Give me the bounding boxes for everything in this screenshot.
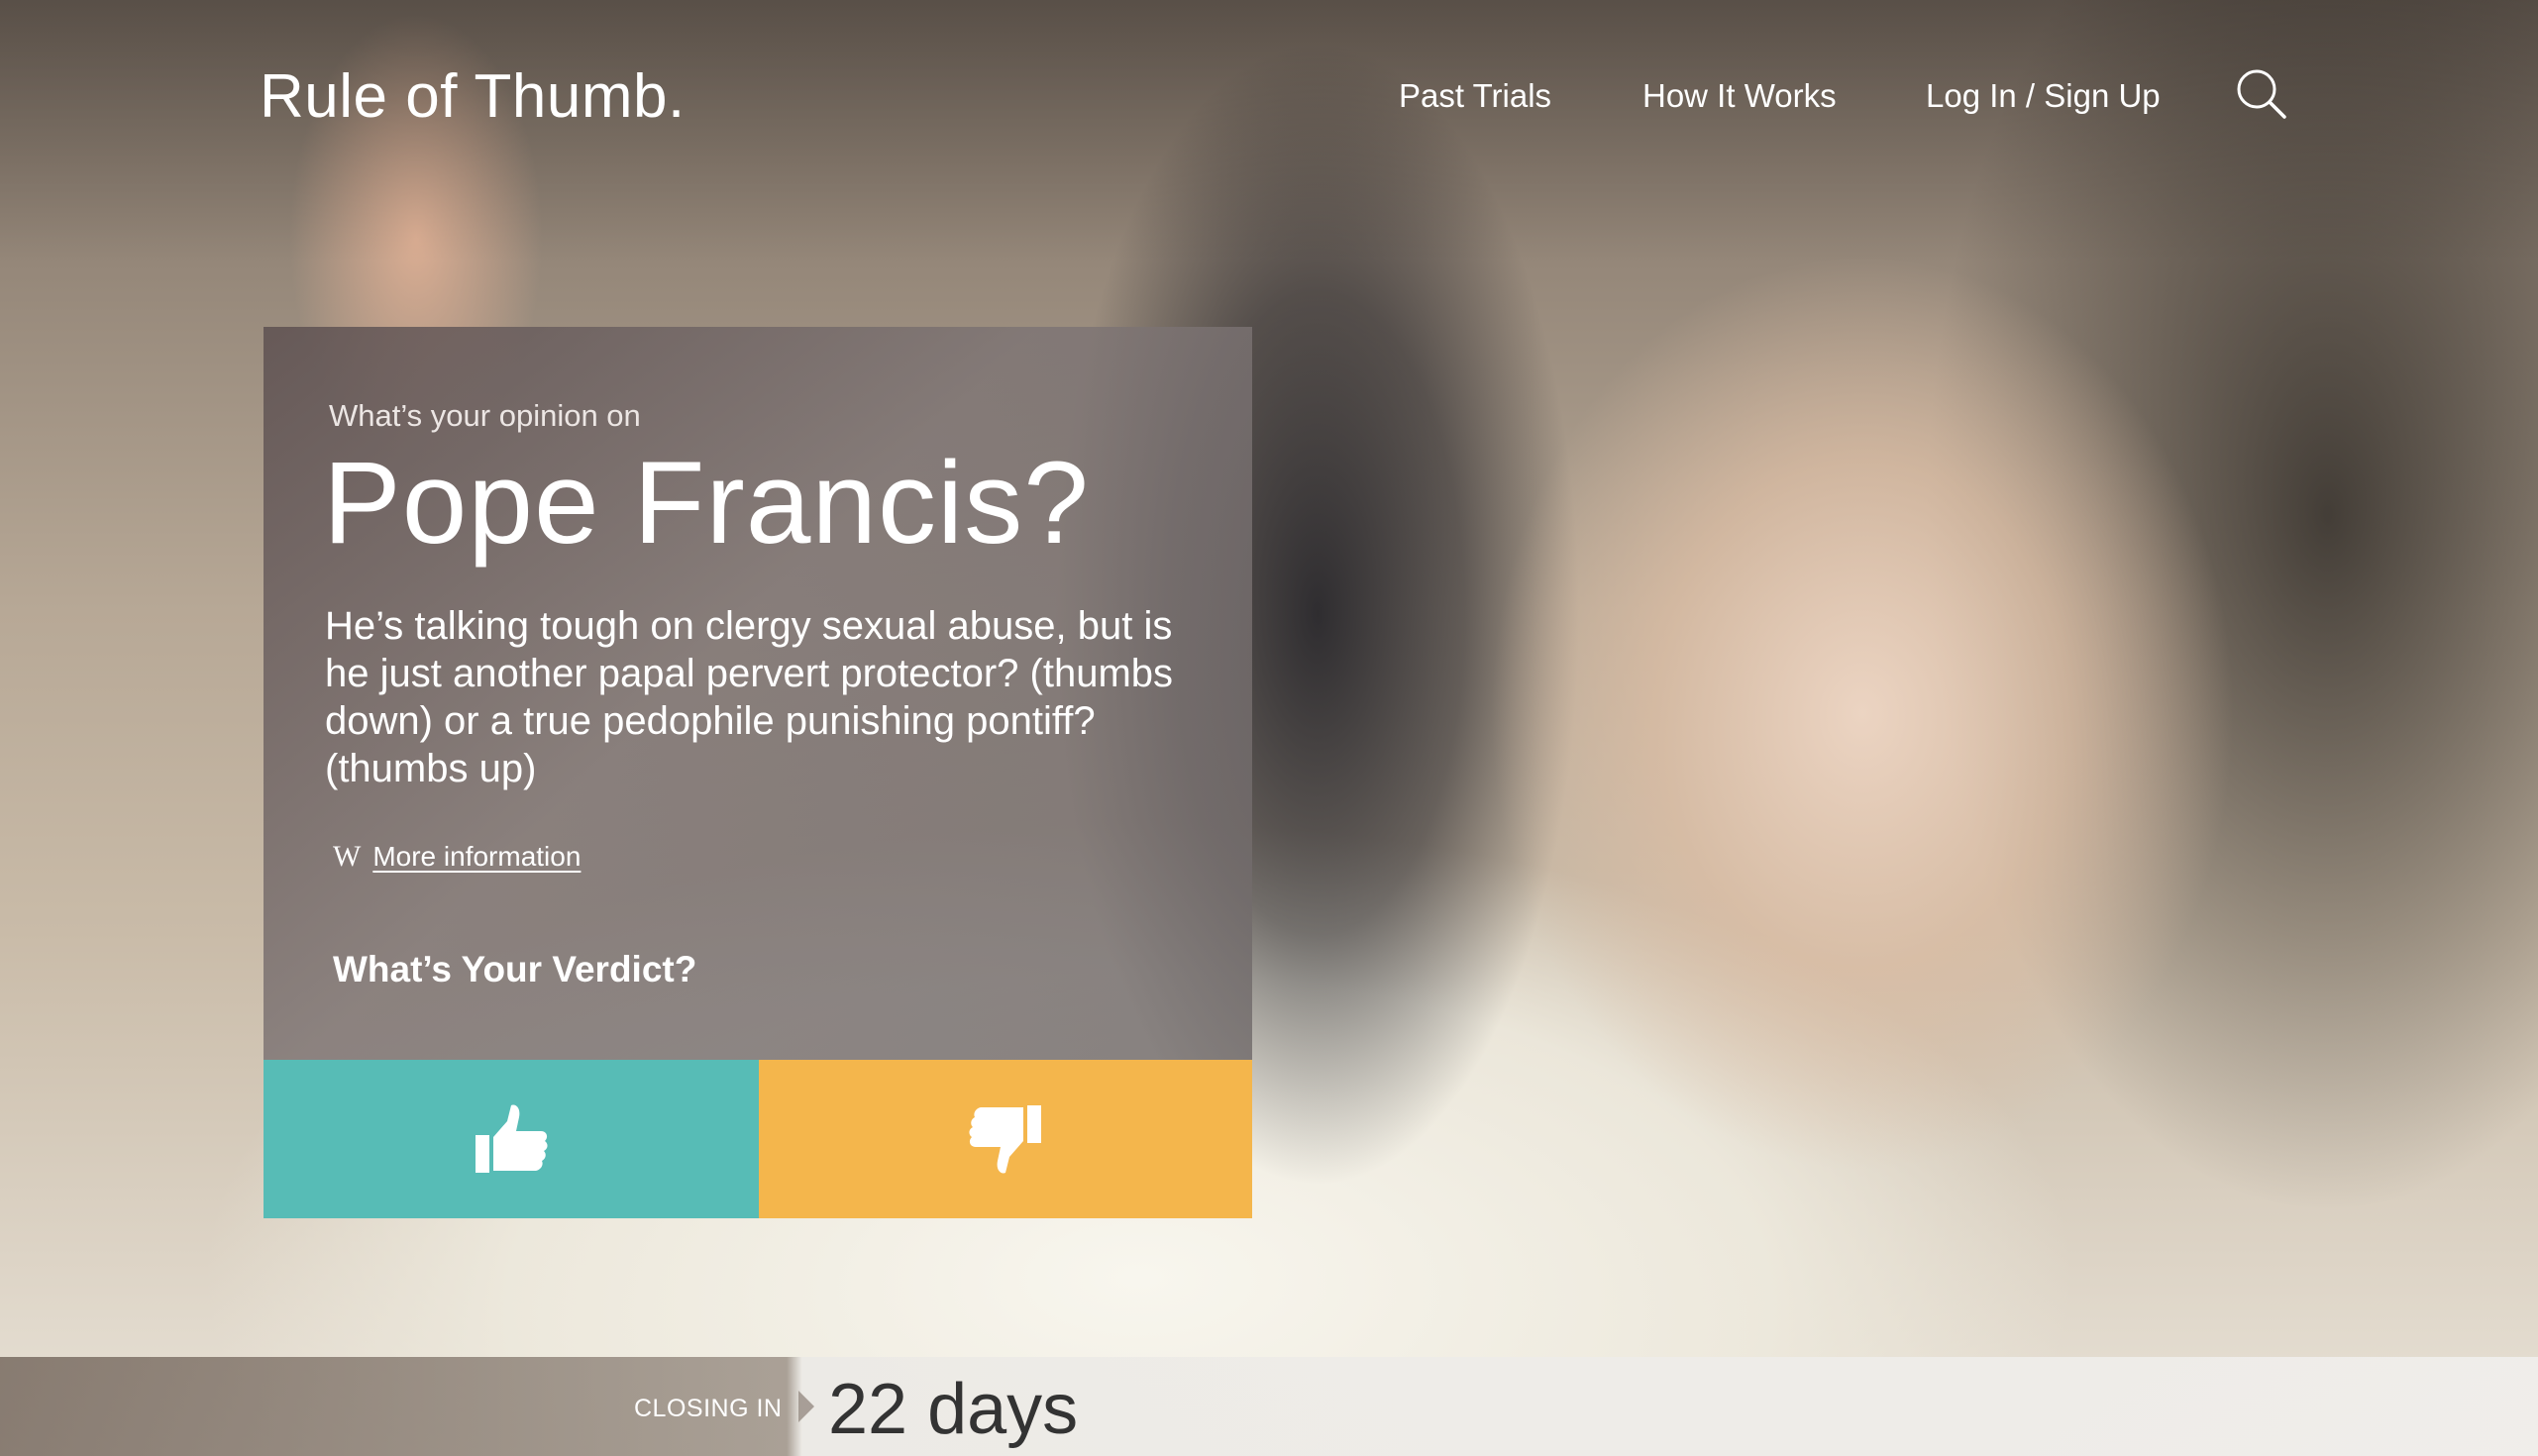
vote-thumbs-up-button[interactable] (264, 1060, 759, 1218)
trial-description: He’s talking tough on clergy sexual abus… (325, 604, 1174, 790)
trial-card: What’s your opinion on Pope Francis? He’… (264, 327, 1252, 1218)
verdict-heading: What’s Your Verdict? (333, 949, 697, 989)
thumbs-down-icon (969, 1105, 1041, 1174)
closing-label: CLOSING IN (634, 1395, 783, 1422)
closing-countdown: 22 days (828, 1370, 1079, 1449)
wikipedia-icon: W (333, 840, 362, 873)
trial-card-body: What’s your opinion on Pope Francis? He’… (264, 327, 1252, 1060)
closing-arrow-icon (798, 1391, 814, 1422)
more-information-label[interactable]: More information (372, 841, 581, 873)
nav-past-trials[interactable]: Past Trials (1399, 77, 1551, 115)
vote-thumbs-down-button[interactable] (759, 1060, 1252, 1218)
nav-login-signup[interactable]: Log In / Sign Up (1926, 77, 2161, 115)
trial-kicker: What’s your opinion on (329, 398, 641, 433)
more-information-link[interactable]: W More information (333, 840, 581, 874)
closing-bar (0, 1357, 2538, 1456)
search-icon[interactable] (2233, 65, 2290, 123)
nav-how-it-works[interactable]: How It Works (1642, 77, 1837, 115)
trial-subject-title: Pope Francis? (323, 438, 1090, 569)
thumbs-up-icon (476, 1104, 548, 1173)
site-logo[interactable]: Rule of Thumb. (260, 61, 686, 132)
